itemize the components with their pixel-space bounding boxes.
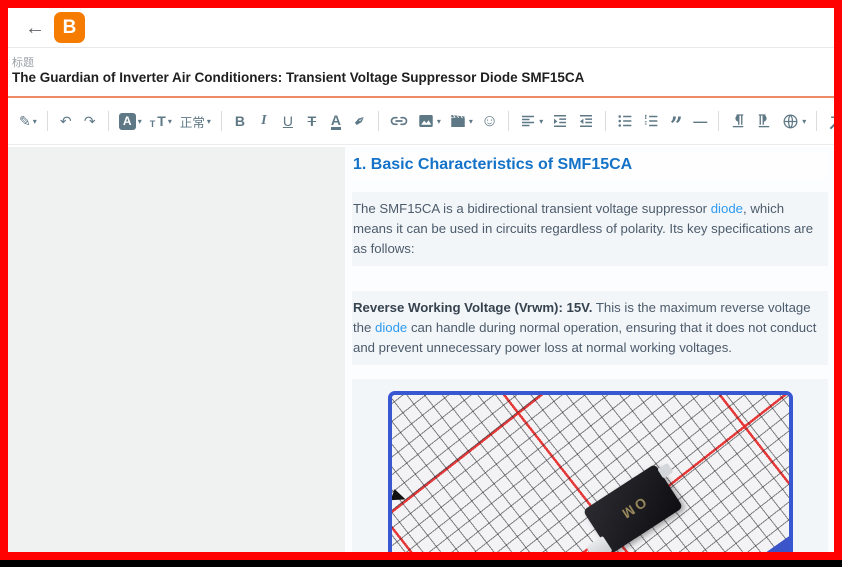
align-left-icon: [519, 112, 537, 130]
horizontal-rule-icon: —: [693, 113, 707, 129]
chevron-down-icon: ▾: [33, 117, 37, 126]
bulleted-list-button[interactable]: [613, 107, 637, 135]
back-arrow-icon: ←: [25, 17, 45, 40]
paragraph-text: can handle during normal operation, ensu…: [353, 320, 816, 355]
video-icon: [449, 112, 467, 130]
ltr-paragraph-icon: [729, 112, 747, 130]
toolbar-divider: [816, 111, 817, 131]
font-size-icon: T: [150, 119, 156, 135]
diode-lead: [586, 536, 613, 552]
toolbar-divider: [108, 111, 109, 131]
font-family-button[interactable]: A ▾: [116, 107, 145, 135]
link-icon: [389, 111, 409, 131]
numbered-list-icon: [642, 112, 660, 130]
quote-button[interactable]: ”: [665, 107, 687, 135]
italic-icon: I: [261, 113, 266, 129]
insert-horizontal-rule-button[interactable]: —: [689, 107, 711, 135]
blogger-logo-icon[interactable]: B: [54, 12, 85, 43]
text-color-icon: A: [331, 113, 341, 130]
smd-diode-component: OM: [583, 464, 683, 552]
toolbar-divider: [47, 111, 48, 131]
text-color-button[interactable]: A: [325, 107, 347, 135]
underline-button[interactable]: U: [277, 107, 299, 135]
left-to-right-button[interactable]: [726, 107, 750, 135]
insert-image-button[interactable]: ▾: [414, 107, 444, 135]
back-button[interactable]: ←: [22, 15, 48, 41]
font-icon: A: [119, 113, 136, 130]
ruler-arrow-mark: [390, 489, 407, 505]
numbered-list-button[interactable]: [639, 107, 663, 135]
clear-formatting-button[interactable]: T: [824, 107, 842, 135]
bulleted-list-icon: [616, 112, 634, 130]
underline-icon: U: [283, 113, 293, 129]
diode-photo: OM cm: [392, 395, 789, 552]
emoji-icon: ☺: [481, 111, 498, 131]
diode-link[interactable]: diode: [375, 320, 407, 335]
toolbar-divider: [508, 111, 509, 131]
image-icon: [417, 112, 435, 130]
marker-pen-icon: ✒: [349, 110, 370, 132]
chevron-down-icon: ▾: [138, 117, 142, 126]
redo-icon: ↷: [84, 113, 96, 130]
right-to-left-button[interactable]: [752, 107, 776, 135]
indent-decrease-icon: [577, 112, 595, 130]
post-image-block: OM cm: [352, 379, 828, 552]
pencil-icon: ✎: [19, 113, 31, 130]
clear-formatting-icon: T: [831, 113, 840, 129]
paragraph-text: The SMF15CA is a bidirectional transient…: [353, 201, 711, 216]
toolbar-divider: [221, 111, 222, 131]
editor-canvas: 1. Basic Characteristics of SMF15CA The …: [8, 147, 834, 552]
insert-video-button[interactable]: ▾: [446, 107, 476, 135]
formatting-toolbar: ✎ ▾ ↶ ↷ A ▾ T T ▾ 正常 ▾ B I U T A ✒: [8, 98, 834, 145]
align-button[interactable]: ▾: [516, 107, 546, 135]
blogger-logo-letter: B: [63, 17, 77, 39]
post-body-editor[interactable]: 1. Basic Characteristics of SMF15CA The …: [345, 147, 834, 552]
italic-button[interactable]: I: [253, 107, 275, 135]
post-image[interactable]: OM cm: [388, 391, 793, 552]
paragraph-bold-lead: Reverse Working Voltage (Vrwm): 15V.: [353, 300, 592, 315]
insert-special-characters-button[interactable]: ☺: [478, 107, 501, 135]
rtl-paragraph-icon: [755, 112, 773, 130]
toolbar-divider: [605, 111, 606, 131]
title-field[interactable]: 标题 The Guardian of Inverter Air Conditio…: [8, 48, 834, 98]
post-paragraph: Reverse Working Voltage (Vrwm): 15V. Thi…: [352, 291, 828, 365]
redo-button[interactable]: ↷: [79, 107, 101, 135]
chevron-down-icon: ▾: [437, 117, 441, 126]
diode-marking: OM: [617, 495, 650, 524]
globe-icon: [781, 112, 800, 131]
editor-window: ← B 标题 The Guardian of Inverter Air Cond…: [0, 0, 842, 560]
paragraph-format-label: 正常: [180, 112, 205, 131]
toolbar-divider: [378, 111, 379, 131]
title-input[interactable]: The Guardian of Inverter Air Conditioner…: [12, 70, 828, 85]
highlight-color-button[interactable]: ✒: [342, 103, 377, 139]
post-heading: 1. Basic Characteristics of SMF15CA: [352, 153, 828, 180]
insert-link-button[interactable]: [386, 107, 412, 135]
font-size-button[interactable]: T T ▾: [147, 107, 175, 135]
undo-icon: ↶: [60, 113, 72, 130]
diode-lead: [657, 463, 673, 479]
quote-icon: ”: [670, 121, 683, 131]
strikethrough-button[interactable]: T: [301, 107, 323, 135]
chevron-down-icon: ▾: [207, 117, 211, 126]
indent-increase-icon: [551, 112, 569, 130]
bold-icon: B: [235, 113, 245, 129]
chevron-down-icon: ▾: [469, 117, 473, 126]
chevron-down-icon: ▾: [802, 117, 806, 126]
bold-button[interactable]: B: [229, 107, 251, 135]
indent-decrease-button[interactable]: [574, 107, 598, 135]
paragraph-format-button[interactable]: 正常 ▾: [177, 107, 214, 135]
undo-button[interactable]: ↶: [55, 107, 77, 135]
compose-mode-button[interactable]: ✎ ▾: [16, 107, 40, 135]
toolbar-divider: [718, 111, 719, 131]
chevron-down-icon: ▾: [168, 117, 172, 126]
indent-increase-button[interactable]: [548, 107, 572, 135]
diode-link[interactable]: diode: [711, 201, 743, 216]
input-tools-button[interactable]: ▾: [778, 107, 809, 135]
chevron-down-icon: ▾: [539, 117, 543, 126]
post-paragraph: The SMF15CA is a bidirectional transient…: [352, 192, 828, 266]
top-bar: ← B: [8, 8, 834, 48]
title-field-label: 标题: [12, 54, 34, 70]
strikethrough-icon: T: [308, 113, 317, 129]
